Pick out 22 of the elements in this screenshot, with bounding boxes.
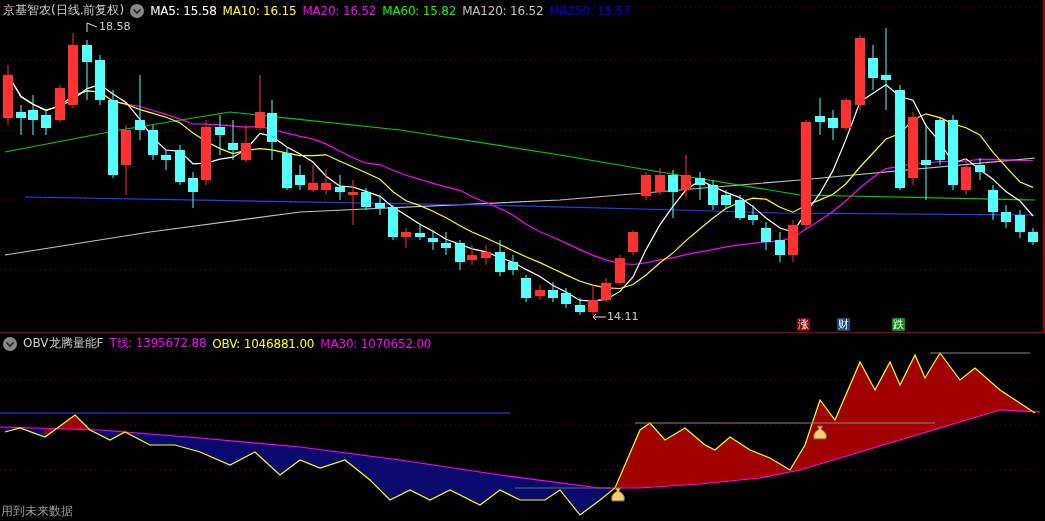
indicator-value: MA5: 15.58 bbox=[150, 3, 217, 18]
indicator-title: OBV龙腾量能F bbox=[23, 335, 104, 352]
event-badge[interactable]: 跌 bbox=[892, 318, 905, 331]
indicator-value: MA10: 16.15 bbox=[222, 3, 297, 18]
indicator-value: MA20: 16.52 bbox=[302, 3, 377, 18]
indicator-value: MA120: 16.52 bbox=[462, 3, 544, 18]
money-bag-icon bbox=[611, 487, 625, 502]
event-badge[interactable]: 涨 bbox=[797, 318, 810, 331]
footer-note: 用到未来数据 bbox=[1, 503, 73, 520]
dropdown-icon[interactable] bbox=[3, 336, 17, 351]
price-label: 18.58 bbox=[99, 20, 131, 33]
indicator-value: MA60: 15.82 bbox=[382, 3, 457, 18]
arrow-icon bbox=[592, 312, 606, 321]
indicator-value: MA30: 1070652.00 bbox=[320, 336, 432, 351]
event-badge[interactable]: 财 bbox=[837, 318, 850, 331]
money-bag-icon bbox=[813, 425, 827, 440]
price-label: 14.11 bbox=[607, 310, 639, 323]
indicator-value: MA250: 15.57 bbox=[549, 3, 631, 18]
indicator-value: T线: 1395672.88 bbox=[109, 335, 207, 352]
dropdown-icon[interactable] bbox=[130, 3, 145, 18]
stock-title: 京基智农(日线.前复权) bbox=[3, 2, 125, 19]
indicator-value: OBV: 1046881.00 bbox=[212, 336, 315, 351]
